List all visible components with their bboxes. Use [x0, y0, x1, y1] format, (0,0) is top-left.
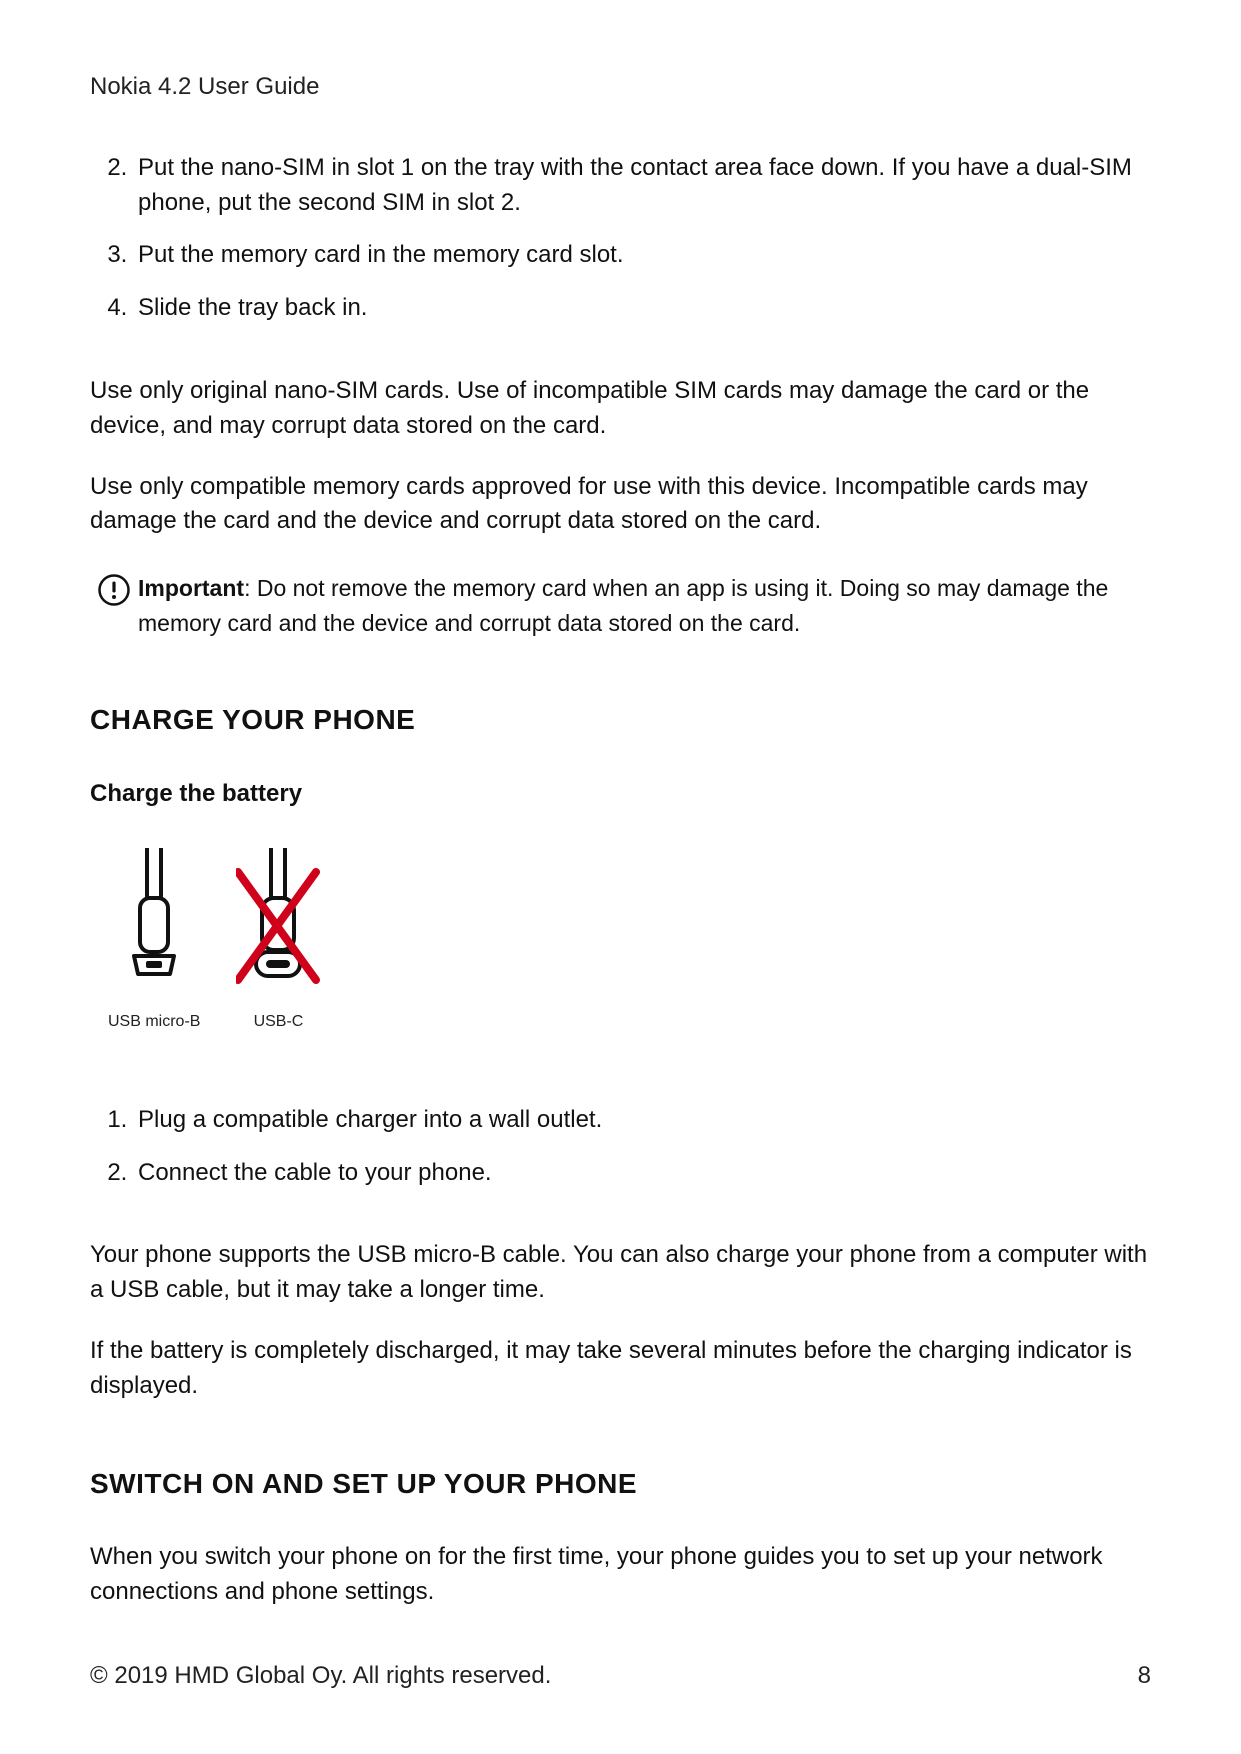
connector-label: USB micro-B: [108, 1010, 200, 1033]
list-item: Put the memory card in the memory card s…: [134, 238, 1151, 273]
page-footer: © 2019 HMD Global Oy. All rights reserve…: [90, 1659, 1151, 1694]
list-item: Connect the cable to your phone.: [134, 1156, 1151, 1191]
section-switch-on: SWITCH ON AND SET UP YOUR PHONE: [90, 1464, 1151, 1505]
note-text: : Do not remove the memory card when an …: [138, 575, 1108, 636]
note-body: Important: Do not remove the memory card…: [138, 571, 1151, 640]
switch-intro: When you switch your phone on for the fi…: [90, 1540, 1151, 1610]
section-charge: CHARGE YOUR PHONE: [90, 700, 1151, 741]
usb-micro-b-icon: [112, 848, 196, 998]
sim-steps-list: Put the nano-SIM in slot 1 on the tray w…: [90, 151, 1151, 326]
sim-warning: Use only original nano-SIM cards. Use of…: [90, 374, 1151, 444]
doc-title: Nokia 4.2 User Guide: [90, 70, 1151, 105]
connector-figure: USB micro-B USB-C: [108, 848, 1151, 1033]
list-item: Put the nano-SIM in slot 1 on the tray w…: [134, 151, 1151, 221]
page-number: 8: [1138, 1659, 1151, 1694]
charge-paragraph-1: Your phone supports the USB micro-B cabl…: [90, 1238, 1151, 1308]
charge-steps-list: Plug a compatible charger into a wall ou…: [90, 1103, 1151, 1191]
charge-paragraph-2: If the battery is completely discharged,…: [90, 1334, 1151, 1404]
copyright: © 2019 HMD Global Oy. All rights reserve…: [90, 1659, 551, 1694]
list-item: Slide the tray back in.: [134, 291, 1151, 326]
page: Nokia 4.2 User Guide Put the nano-SIM in…: [0, 0, 1241, 1754]
important-note: Important: Do not remove the memory card…: [90, 571, 1151, 640]
subsection-charge-battery: Charge the battery: [90, 777, 1151, 812]
connector-label: USB-C: [254, 1010, 304, 1033]
usb-micro-b-connector: USB micro-B: [108, 848, 200, 1033]
memory-warning: Use only compatible memory cards approve…: [90, 470, 1151, 540]
usb-c-connector: USB-C: [236, 848, 320, 1033]
usb-c-icon: [236, 848, 320, 998]
list-item: Plug a compatible charger into a wall ou…: [134, 1103, 1151, 1138]
note-label: Important: [138, 575, 244, 601]
warning-icon: [90, 573, 138, 607]
